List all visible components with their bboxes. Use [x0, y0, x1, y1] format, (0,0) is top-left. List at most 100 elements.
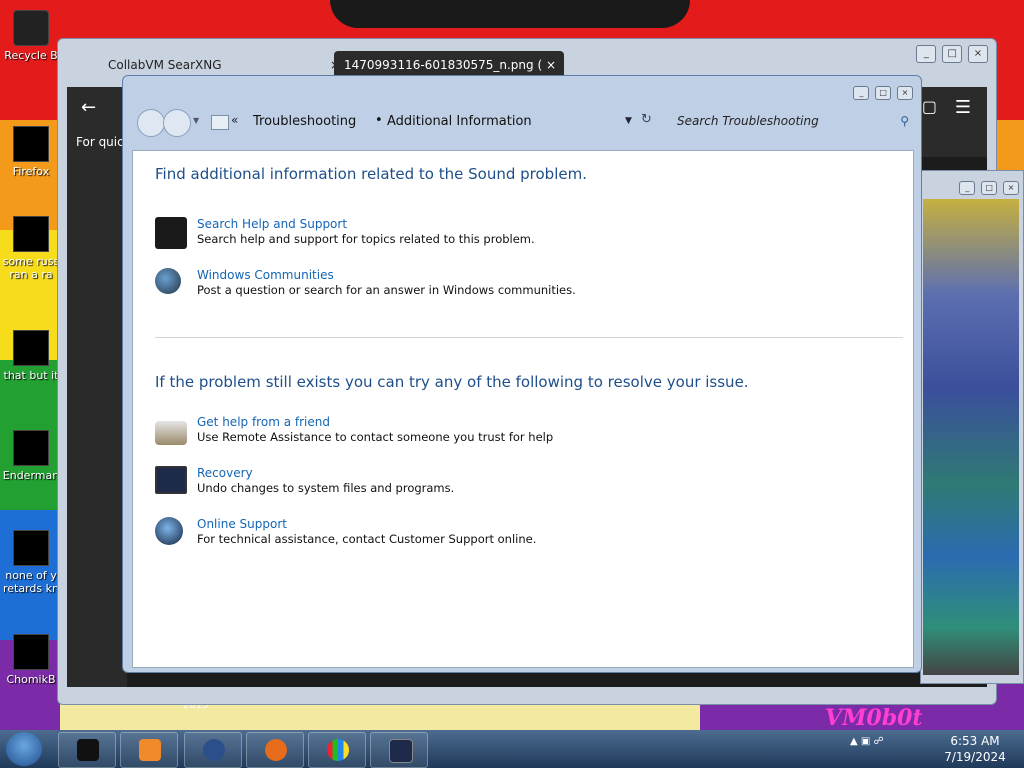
desktop-icon-label: Enderman [2, 469, 60, 482]
taskbar-button-troubleshooting[interactable] [370, 732, 428, 768]
file-icon [13, 330, 49, 366]
desktop-icon-label-line2: retards kn [3, 582, 59, 595]
list-item[interactable]: Get help from a friend Use Remote Assist… [155, 415, 855, 451]
control-panel-icon [211, 115, 229, 130]
desktop-icon-none-of-y[interactable]: none of y retards kn [0, 530, 62, 595]
item-title-link[interactable]: Search Help and Support [197, 217, 347, 231]
troubleshooting-icon [389, 739, 413, 763]
search-icon[interactable]: ⚲ [900, 114, 909, 128]
back-button[interactable] [137, 109, 165, 137]
search-placeholder: Search Troubleshooting [677, 114, 819, 128]
address-dropdown-icon[interactable]: ▼ [625, 116, 632, 126]
tab-label: 1470993116-601830575_n.png ( [344, 58, 543, 72]
file-icon [13, 216, 49, 252]
online-support-icon [155, 517, 183, 545]
address-bar: ▼ « Troubleshooting • Additional Informa… [133, 104, 913, 140]
taskbar-button-media[interactable] [120, 732, 178, 768]
heading-resolve-issue: If the problem still exists you can try … [155, 373, 749, 391]
file-icon [13, 530, 49, 566]
taskbar-button-windows[interactable] [308, 732, 366, 768]
breadcrumb-additional-information[interactable]: Additional Information [387, 114, 532, 129]
search-input[interactable]: Search Troubleshooting ⚲ [677, 114, 913, 134]
desktop-icon-label: Recycle B [4, 49, 58, 62]
item-title-link[interactable]: Get help from a friend [197, 415, 330, 429]
hamburger-menu-icon[interactable]: ☰ [955, 97, 971, 118]
item-title-link[interactable]: Recovery [197, 466, 253, 480]
minimize-icon[interactable]: _ [853, 86, 870, 100]
close-icon[interactable]: × [1003, 181, 1019, 195]
list-item[interactable]: Search Help and Support Search help and … [155, 217, 855, 253]
item-description: Undo changes to system files and program… [197, 481, 455, 495]
clock[interactable]: 6:53 AM 7/19/2024 [940, 733, 1010, 765]
desktop-icon-enderman[interactable]: Enderman [0, 430, 62, 482]
maximize-icon[interactable]: □ [981, 181, 998, 195]
desktop-icon-label: Firefox [12, 165, 50, 178]
item-title-link[interactable]: Windows Communities [197, 268, 334, 282]
desktop-icon-label: some russ [2, 255, 60, 268]
divider [155, 337, 903, 338]
taskbar-button-firefox[interactable] [246, 732, 304, 768]
clock-date: 7/19/2024 [944, 750, 1006, 764]
firefox-icon [265, 739, 287, 761]
browser-window-controls: _ □ × [914, 45, 988, 63]
close-icon[interactable]: × [897, 86, 913, 100]
desktop-icon-firefox[interactable]: Firefox [0, 126, 62, 178]
chevron-left-icon[interactable]: « [231, 113, 238, 127]
file-icon [13, 634, 49, 670]
start-button[interactable] [6, 732, 42, 766]
heading-additional-info: Find additional information related to t… [155, 165, 587, 183]
image-content [923, 199, 1019, 675]
tab-label: CollabVM SearXNG [108, 58, 222, 72]
breadcrumb-separator: • [375, 113, 383, 128]
system-tray[interactable]: ▲ ▣ ☍ [850, 736, 884, 747]
close-icon[interactable]: × [968, 45, 988, 63]
extensions-icon[interactable]: ▢ [922, 97, 937, 116]
taskbar-button-app1[interactable] [58, 732, 116, 768]
windows-icon [327, 739, 349, 761]
desktop-icon-label: ChomikB [6, 673, 56, 686]
desktop-icon-chomikb[interactable]: ChomikB [0, 634, 62, 686]
troubleshooting-window[interactable]: _ □ × ▼ « Troubleshooting • Additional I… [122, 75, 922, 673]
desktop-icon-label: none of y [5, 569, 57, 582]
globe-icon [203, 739, 225, 761]
minimize-icon[interactable]: _ [959, 181, 976, 195]
remote-assistance-icon [155, 421, 187, 445]
file-icon [13, 430, 49, 466]
browser-content-sidebar [67, 157, 127, 687]
desktop-icon-that-but-it[interactable]: that but it [0, 330, 62, 382]
recycle-bin-icon [13, 10, 49, 46]
item-title-link[interactable]: Online Support [197, 517, 287, 531]
desktop-icon-label: that but it [3, 369, 59, 382]
back-arrow-icon[interactable]: ← [81, 97, 96, 118]
communities-icon [155, 268, 181, 294]
maximize-icon[interactable]: □ [942, 45, 963, 63]
taskbar: ▲ ▣ ☍ 6:53 AM 7/19/2024 [0, 730, 1024, 768]
clock-time: 6:53 AM [950, 734, 1000, 748]
item-description: Search help and support for topics relat… [197, 232, 535, 246]
list-item[interactable]: Online Support For technical assistance,… [155, 517, 855, 553]
breadcrumb-troubleshooting[interactable]: Troubleshooting [253, 114, 356, 129]
image-viewer-window[interactable]: _ □ × [920, 170, 1024, 684]
refresh-icon[interactable]: ↻ [641, 112, 652, 127]
minimize-icon[interactable]: _ [916, 45, 937, 63]
app-icon [77, 739, 99, 761]
list-item[interactable]: Recovery Undo changes to system files an… [155, 466, 855, 502]
wallpaper-dark-shape [330, 0, 690, 28]
recent-pages-dropdown-icon[interactable]: ▼ [193, 116, 199, 125]
media-player-icon [139, 739, 161, 761]
desktop-icon-recycle-bin[interactable]: Recycle B [0, 10, 62, 62]
content-pane: Find additional information related to t… [132, 150, 914, 668]
firefox-icon [13, 126, 49, 162]
wallpaper-vm-text: VM0b0t [825, 705, 923, 731]
list-item[interactable]: Windows Communities Post a question or s… [155, 268, 855, 304]
item-description: Use Remote Assistance to contact someone… [197, 430, 554, 444]
item-description: For technical assistance, contact Custom… [197, 532, 537, 546]
item-description: Post a question or search for an answer … [197, 283, 576, 297]
maximize-icon[interactable]: □ [875, 86, 892, 100]
help-support-icon [155, 217, 187, 249]
recovery-icon [155, 466, 187, 494]
forward-button[interactable] [163, 109, 191, 137]
desktop-icon-some-russ[interactable]: some russ ran a ra [0, 216, 62, 281]
image-viewer-controls: _ □ × [957, 179, 1019, 195]
taskbar-button-app3[interactable] [184, 732, 242, 768]
